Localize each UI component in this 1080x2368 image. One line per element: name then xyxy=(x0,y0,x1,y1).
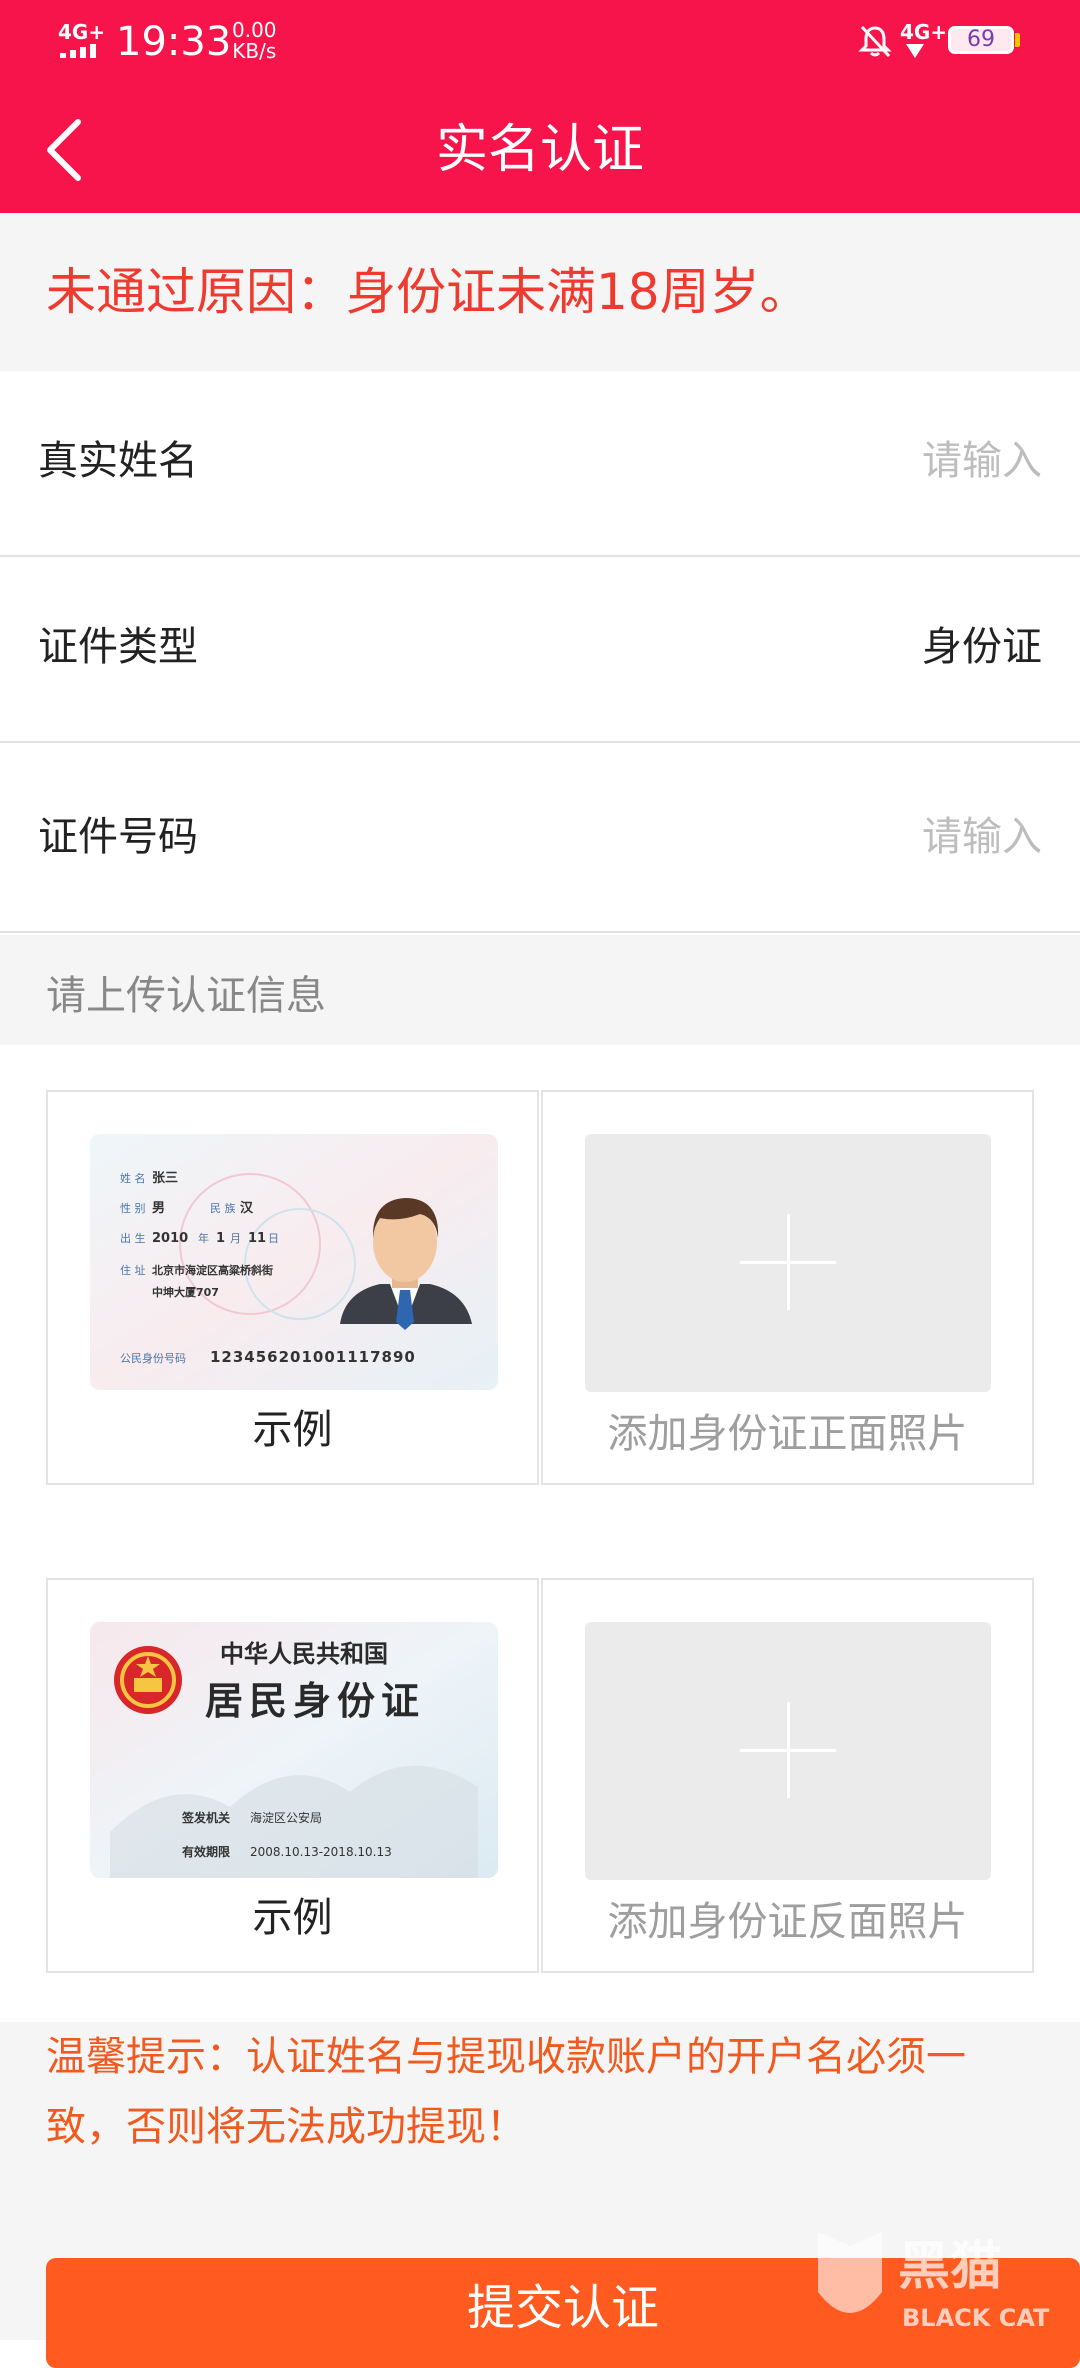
card-authority-label: 签发机关 xyxy=(181,1810,230,1825)
tip-line-2: 致，否则将无法成功提现！ xyxy=(46,2104,526,2150)
card-birth-day: 11 xyxy=(248,1231,266,1246)
card-address-label: 住 址 xyxy=(120,1263,146,1277)
id-back-sample-image: 中华人民共和国 居民身份证 签发机关 海淀区公安局 有效期限 2008.10.1… xyxy=(90,1622,498,1878)
network-type-left: 4G+ xyxy=(58,20,106,44)
watermark-text-en: BLACK CAT xyxy=(902,2304,1050,2332)
black-cat-watermark-logo: 黑猫 BLACK CAT xyxy=(818,2232,1050,2332)
page-title: 实名认证 xyxy=(435,120,644,180)
card-birth-day-unit: 日 xyxy=(268,1232,279,1245)
card-country: 中华人民共和国 xyxy=(220,1639,388,1668)
card-validity: 2008.10.13-2018.10.13 xyxy=(250,1845,392,1859)
battery-icon: 69 xyxy=(948,26,1014,54)
card-birth-month-unit: 月 xyxy=(230,1232,241,1245)
mute-bell-icon xyxy=(858,25,892,58)
id-front-sample-image: 姓 名 张三 性 别 男 民 族 汉 出 生 2010 年 1 月 11 日 住… xyxy=(90,1134,498,1390)
signal-bars-icon xyxy=(60,42,104,58)
card-id-number: 123456201001117890 xyxy=(210,1348,416,1366)
rejection-reason-text: 未通过原因：身份证未满18周岁。 xyxy=(46,263,810,321)
back-upload-card[interactable]: 添加身份证反面照片 xyxy=(541,1578,1034,1973)
id-number-input[interactable]: 请输入 xyxy=(922,807,1042,867)
upload-section-header: 请上传认证信息 xyxy=(0,935,1080,1045)
card-ethnicity-label: 民 族 xyxy=(210,1201,236,1215)
tip-text: 温馨提示：认证姓名与提现收款账户的开户名必须一 致，否则将无法成功提现！ xyxy=(46,2022,1036,2162)
id-number-label: 证件号码 xyxy=(38,814,198,860)
card-authority: 海淀区公安局 xyxy=(250,1810,322,1825)
card-gender-label: 性 别 xyxy=(120,1201,146,1215)
upload-section-title: 请上传认证信息 xyxy=(46,973,326,1019)
back-sample-card: 中华人民共和国 居民身份证 签发机关 海淀区公安局 有效期限 2008.10.1… xyxy=(46,1578,539,1973)
card-birth-month: 1 xyxy=(216,1231,225,1246)
tip-line-1: 温馨提示：认证姓名与提现收款账户的开户名必须一 xyxy=(46,2034,966,2080)
status-bar: 4G+ 19:33 0.00 KB/s 4G+ 69 xyxy=(0,0,1080,80)
front-upload-card[interactable]: 添加身份证正面照片 xyxy=(541,1090,1034,1485)
card-validity-label: 有效期限 xyxy=(182,1844,230,1859)
national-emblem-icon xyxy=(114,1646,182,1714)
real-name-input[interactable]: 请输入 xyxy=(922,431,1042,491)
card-birth-year: 2010 xyxy=(152,1231,188,1246)
front-upload-label: 添加身份证正面照片 xyxy=(607,1411,968,1457)
front-upload-button[interactable] xyxy=(585,1134,991,1392)
speed-unit: KB/s xyxy=(232,39,277,63)
card-name: 张三 xyxy=(152,1171,178,1186)
network-type-right: 4G+ xyxy=(900,20,948,44)
front-sample-caption: 示例 xyxy=(252,1407,333,1453)
network-speed: 0.00 KB/s xyxy=(232,20,277,62)
id-type-value[interactable]: 身份证 xyxy=(922,617,1042,677)
back-upload-button[interactable] xyxy=(585,1622,991,1880)
card-gender: 男 xyxy=(152,1201,165,1216)
card-address-line2: 中坤大厦707 xyxy=(152,1285,219,1299)
back-upload-label: 添加身份证反面照片 xyxy=(607,1899,968,1945)
id-number-row[interactable]: 证件号码 请输入 xyxy=(0,747,1080,933)
card-birth-year-unit: 年 xyxy=(198,1231,209,1245)
app-header: 4G+ 19:33 0.00 KB/s 4G+ 69 实名认证 xyxy=(0,0,1080,213)
battery-cap xyxy=(1015,33,1020,47)
card-title: 居民身份证 xyxy=(205,1678,425,1723)
real-name-row[interactable]: 真实姓名 请输入 xyxy=(0,371,1080,557)
real-name-label: 真实姓名 xyxy=(38,438,198,484)
speed-value: 0.00 xyxy=(232,18,277,42)
card-address-line1: 北京市海淀区高粱桥斜街 xyxy=(152,1263,273,1277)
id-type-label: 证件类型 xyxy=(38,624,198,670)
id-type-row[interactable]: 证件类型 身份证 xyxy=(0,557,1080,743)
status-time: 19:33 xyxy=(116,19,232,65)
battery-level: 69 xyxy=(967,27,995,52)
rejection-notice: 未通过原因：身份证未满18周岁。 xyxy=(0,213,1080,371)
card-birth-label: 出 生 xyxy=(120,1231,146,1245)
card-ethnicity: 汉 xyxy=(240,1200,254,1216)
watermark-text-cn: 黑猫 xyxy=(898,2237,1002,2297)
back-sample-caption: 示例 xyxy=(252,1895,333,1941)
front-sample-card: 姓 名 张三 性 别 男 民 族 汉 出 生 2010 年 1 月 11 日 住… xyxy=(46,1090,539,1485)
card-id-label: 公民身份号码 xyxy=(120,1351,186,1365)
card-name-label: 姓 名 xyxy=(120,1171,146,1185)
data-activity-icon xyxy=(906,44,924,58)
